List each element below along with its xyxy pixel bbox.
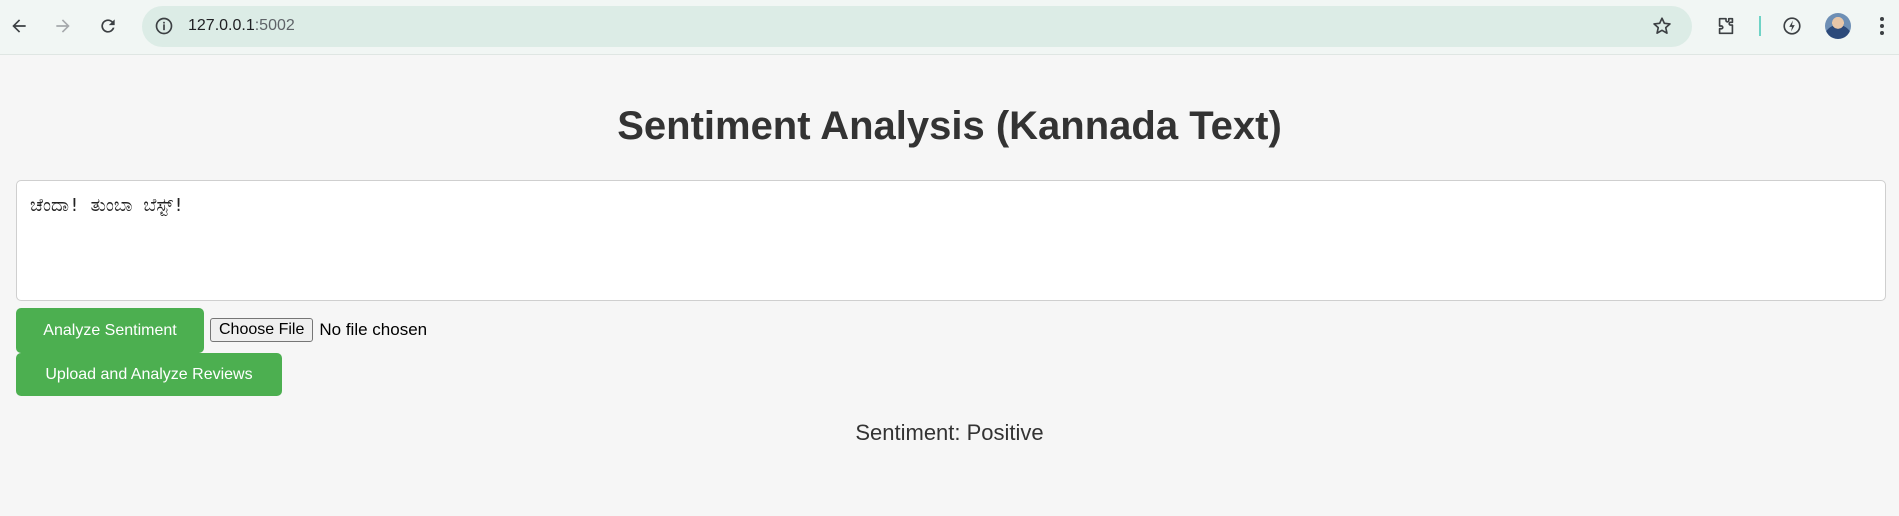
choose-file-button[interactable]: Choose File [210,318,314,342]
kannada-text-input[interactable]: ಚೆಂದಾ! ತುಂಬಾ ಬೆಸ್ಟ್! [16,180,1886,301]
reload-icon[interactable] [94,12,122,40]
file-status-text: No file chosen [319,320,428,339]
puzzle-icon[interactable] [1713,13,1739,39]
address-bar[interactable]: 127.0.0.1:5002 [142,6,1692,47]
url-text: 127.0.0.1:5002 [188,17,295,35]
file-input[interactable]: Choose File No file chosen [210,317,427,343]
analyze-sentiment-button[interactable]: Analyze Sentiment [16,308,204,353]
toolbar-divider [1759,16,1761,36]
url-host: 127.0.0.1 [188,17,255,34]
url-port: :5002 [254,17,295,34]
performance-icon[interactable] [1779,13,1805,39]
browser-toolbar: 127.0.0.1:5002 [0,0,1899,55]
upload-analyze-reviews-button[interactable]: Upload and Analyze Reviews [16,353,282,396]
back-arrow-icon[interactable] [5,12,33,40]
forward-arrow-icon[interactable] [49,12,77,40]
page-title: Sentiment Analysis (Kannada Text) [617,104,1282,148]
more-vert-icon[interactable] [1877,12,1887,40]
star-icon[interactable] [1650,14,1674,38]
sentiment-result: Sentiment: Positive [855,420,1044,445]
avatar[interactable] [1825,13,1851,39]
site-info-icon[interactable] [152,14,176,38]
